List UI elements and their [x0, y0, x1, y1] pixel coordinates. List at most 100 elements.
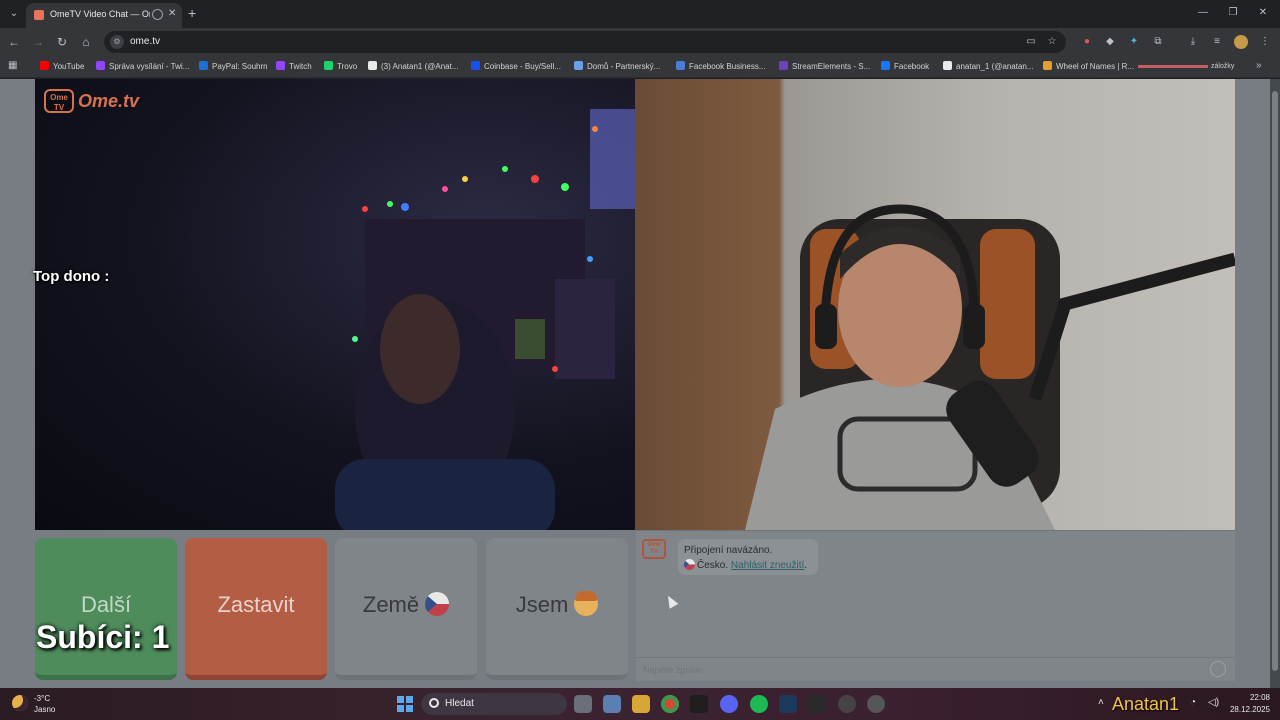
shelf-item: [515, 319, 545, 359]
other-bookmarks-icon[interactable]: »: [1256, 60, 1262, 71]
url-text: ome.tv: [130, 36, 161, 47]
chrome-icon[interactable]: [661, 695, 679, 713]
site-info-icon[interactable]: ⚙: [110, 35, 124, 49]
taskbar-search[interactable]: Hledat: [421, 693, 567, 715]
extension-icon[interactable]: ●: [1080, 35, 1094, 49]
cast-icon[interactable]: ▭: [1024, 35, 1038, 49]
light: [587, 256, 593, 262]
forward-icon[interactable]: →: [30, 34, 46, 50]
ometv-logo[interactable]: Ome TV Ome.tv: [44, 87, 154, 115]
tray-expand-icon[interactable]: ˄: [1098, 697, 1104, 708]
settings-icon[interactable]: [867, 695, 885, 713]
clock-date[interactable]: 28.12.2025: [1224, 705, 1270, 714]
store-icon[interactable]: [603, 695, 621, 713]
page-scrollbar[interactable]: [1270, 79, 1280, 688]
ometv-favicon-icon: [34, 10, 44, 20]
stop-label: Zastavit: [217, 592, 295, 617]
restore-icon[interactable]: ❐: [1226, 7, 1240, 18]
led-panel: [590, 109, 635, 209]
bookmark-youtube[interactable]: YouTube: [40, 60, 90, 74]
bookmark-0-icon: [40, 61, 49, 70]
bookmark-paypal[interactable]: PayPal: Souhrn: [199, 60, 269, 74]
bookmark-anatan-profile[interactable]: anatan_1 (@anatan...: [943, 60, 1035, 74]
spotify-icon[interactable]: [750, 695, 768, 713]
bookmark-streamelements[interactable]: StreamElements - S...: [779, 60, 873, 74]
bookmark-12-icon: [1043, 61, 1052, 70]
bookmark-partner[interactable]: Domů - Partnerský...: [574, 60, 666, 74]
bookmark-x-profile[interactable]: (3) Anatan1 (@Anat...: [368, 60, 462, 74]
bookmark-star-icon[interactable]: ☆: [1045, 35, 1059, 49]
back-icon[interactable]: ←: [6, 34, 22, 50]
bookmark-wheel-of-names[interactable]: Wheel of Names | R...: [1043, 60, 1137, 74]
search-icon: [429, 698, 439, 708]
person-head: [380, 294, 460, 404]
shelf: [555, 279, 615, 379]
logo-tv-icon: Ome TV: [44, 89, 74, 113]
app-icon[interactable]: [690, 695, 708, 713]
stranger-video: [35, 79, 635, 530]
scrollbar-thumb[interactable]: [1272, 91, 1278, 671]
discord-icon[interactable]: [720, 695, 738, 713]
volume-icon[interactable]: ◁): [1208, 697, 1219, 708]
file-explorer-icon[interactable]: [632, 695, 650, 713]
country-button[interactable]: Země: [335, 538, 477, 680]
chat-ometv-icon: Ome TV: [642, 539, 666, 559]
light: [552, 366, 558, 372]
report-abuse-link[interactable]: Nahlásit zneužití: [731, 560, 804, 571]
address-bar[interactable]: ⚙ ome.tv: [104, 31, 1066, 53]
download-icon[interactable]: ⤓: [1186, 35, 1200, 49]
extension-icon[interactable]: ◆: [1103, 35, 1117, 49]
apps-grid-icon[interactable]: ▦: [8, 61, 18, 71]
minimize-icon[interactable]: —: [1196, 7, 1210, 18]
new-tab-icon[interactable]: +: [188, 5, 196, 21]
logo-text: Ome.tv: [78, 91, 140, 111]
tab-search-icon[interactable]: ⌄: [6, 6, 22, 22]
wifi-icon[interactable]: ◔: [1190, 697, 1196, 708]
bookmarks-bar: ▦ YouTube Správa vysílání - Twi... PayPa…: [0, 56, 1280, 78]
ometv-page: Ome TV Ome.tv Top dono : Další Zastavit …: [0, 79, 1270, 688]
bookmark-11-icon: [943, 61, 952, 70]
obs-icon[interactable]: [838, 695, 856, 713]
bookmark-overflow-text: záložky: [1138, 60, 1242, 74]
audio-playing-icon[interactable]: [152, 9, 163, 20]
windows-start-icon[interactable]: [397, 696, 413, 712]
steam-icon[interactable]: [779, 695, 797, 713]
profile-avatar-icon[interactable]: [1234, 35, 1248, 49]
gender-button[interactable]: Jsem: [486, 538, 628, 680]
light: [462, 176, 468, 182]
streamer-watermark: Anatan1: [1112, 694, 1180, 714]
task-view-icon[interactable]: [574, 695, 592, 713]
next-button[interactable]: Další: [35, 538, 177, 680]
bookmark-twitch[interactable]: Twitch: [276, 60, 318, 74]
mouse-cursor-icon: [663, 593, 679, 609]
stop-button[interactable]: Zastavit: [185, 538, 327, 680]
bookmark-trovo[interactable]: Trovo: [324, 60, 362, 74]
extensions-puzzle-icon[interactable]: ⧉: [1151, 35, 1165, 49]
close-tab-icon[interactable]: ✕: [168, 8, 176, 19]
headphone-cup-right: [963, 304, 985, 349]
weather-temperature: -3°C: [34, 694, 51, 703]
chat-message-input[interactable]: [636, 657, 1235, 681]
light: [401, 203, 409, 211]
bookmark-facebook[interactable]: Facebook: [881, 60, 933, 74]
gender-label: Jsem: [515, 592, 569, 617]
moon-weather-icon[interactable]: [12, 695, 28, 711]
epic-games-icon[interactable]: [808, 695, 826, 713]
bookmark-coinbase[interactable]: Coinbase - Buy/Sell...: [471, 60, 565, 74]
clock-time[interactable]: 22:08: [1230, 693, 1270, 702]
bookmark-twitch-dashboard[interactable]: Správa vysílání - Twi...: [96, 60, 191, 74]
bookmark-8-icon: [676, 61, 685, 70]
emoji-icon[interactable]: [1210, 661, 1226, 677]
reload-icon[interactable]: ↻: [54, 34, 70, 50]
tab-active[interactable]: OmeTV Video Chat — Ome ✕: [26, 3, 182, 28]
extension-icon[interactable]: ✦: [1127, 35, 1141, 49]
home-icon[interactable]: ⌂: [78, 34, 94, 50]
reading-list-icon[interactable]: ≡: [1210, 35, 1224, 49]
bookmark-facebook-business[interactable]: Facebook Business...: [676, 60, 768, 74]
close-window-icon[interactable]: ✕: [1256, 7, 1270, 18]
light: [531, 175, 539, 183]
boy-face-icon: [574, 591, 599, 616]
bookmark-1-icon: [96, 61, 105, 70]
light: [561, 183, 569, 191]
menu-icon[interactable]: ⋮: [1258, 35, 1272, 49]
